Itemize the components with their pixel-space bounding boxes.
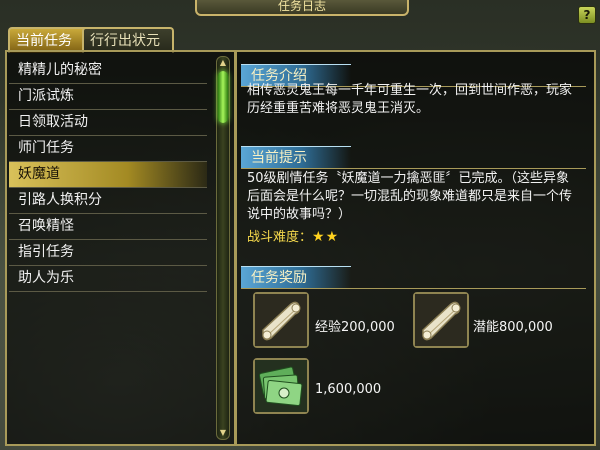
- quest-item-guide-quest[interactable]: 指引任务: [9, 240, 207, 266]
- quest-item-demon-path[interactable]: 妖魔道: [9, 162, 207, 188]
- quest-list-scrollbar[interactable]: ▲ ▼: [216, 56, 230, 440]
- hint-text: 50级剧情任务〝妖魔道一力擒恶匪〞已完成。（这些异象后面会是什么呢？一切混乱的现…: [247, 171, 573, 222]
- quest-item-sect-trial[interactable]: 门派试炼: [9, 84, 207, 110]
- divider: [241, 168, 586, 169]
- scroll-icon: [255, 294, 307, 346]
- help-button[interactable]: ?: [578, 6, 596, 24]
- reward-potential-label: 潜能800,000: [473, 320, 553, 335]
- difficulty-label: 战斗难度：: [247, 230, 313, 245]
- reward-item-potential[interactable]: [413, 292, 469, 348]
- reward-item-exp[interactable]: [253, 292, 309, 348]
- reward-exp-label: 经验200,000: [315, 320, 395, 335]
- hint-header: 当前提示: [241, 146, 351, 169]
- quest-list: 精精儿的秘密 门派试炼 日领取活动 师门任务 妖魔道 引路人换积分 召唤精怪 指…: [9, 58, 207, 292]
- difficulty-row: 战斗难度：★★: [247, 226, 339, 245]
- scroll-down-icon[interactable]: ▼: [218, 429, 228, 437]
- quest-item-helping-others[interactable]: 助人为乐: [9, 266, 207, 292]
- quest-item-summon-spirit[interactable]: 召唤精怪: [9, 214, 207, 240]
- quest-item-jingjinger[interactable]: 精精儿的秘密: [9, 58, 207, 84]
- reward-money-label: 1,600,000: [315, 382, 382, 397]
- quest-list-panel: 精精儿的秘密 门派试炼 日领取活动 师门任务 妖魔道 引路人换积分 召唤精怪 指…: [5, 50, 236, 446]
- divider: [241, 288, 586, 289]
- quest-item-guide-points[interactable]: 引路人换积分: [9, 188, 207, 214]
- reward-item-money[interactable]: [253, 358, 309, 414]
- quest-detail-panel: 任务介绍 相传恶灵鬼王每一千年可重生一次，回到世间作恶，玩家历经重重苦难将恶灵鬼…: [235, 50, 596, 446]
- scroll-icon: [415, 294, 467, 346]
- reward-header: 任务奖励: [241, 266, 351, 289]
- difficulty-stars: ★★: [312, 229, 340, 245]
- money-icon: [255, 360, 307, 412]
- intro-text: 相传恶灵鬼王每一千年可重生一次，回到世间作恶，玩家历经重重苦难将恶灵鬼王消灭。: [247, 83, 573, 116]
- scroll-up-icon[interactable]: ▲: [218, 59, 228, 67]
- window-title: 任务日志: [195, 0, 409, 16]
- quest-item-master-quest[interactable]: 师门任务: [9, 136, 207, 162]
- scroll-thumb[interactable]: [218, 71, 228, 123]
- quest-item-daily-activity[interactable]: 日领取活动: [9, 110, 207, 136]
